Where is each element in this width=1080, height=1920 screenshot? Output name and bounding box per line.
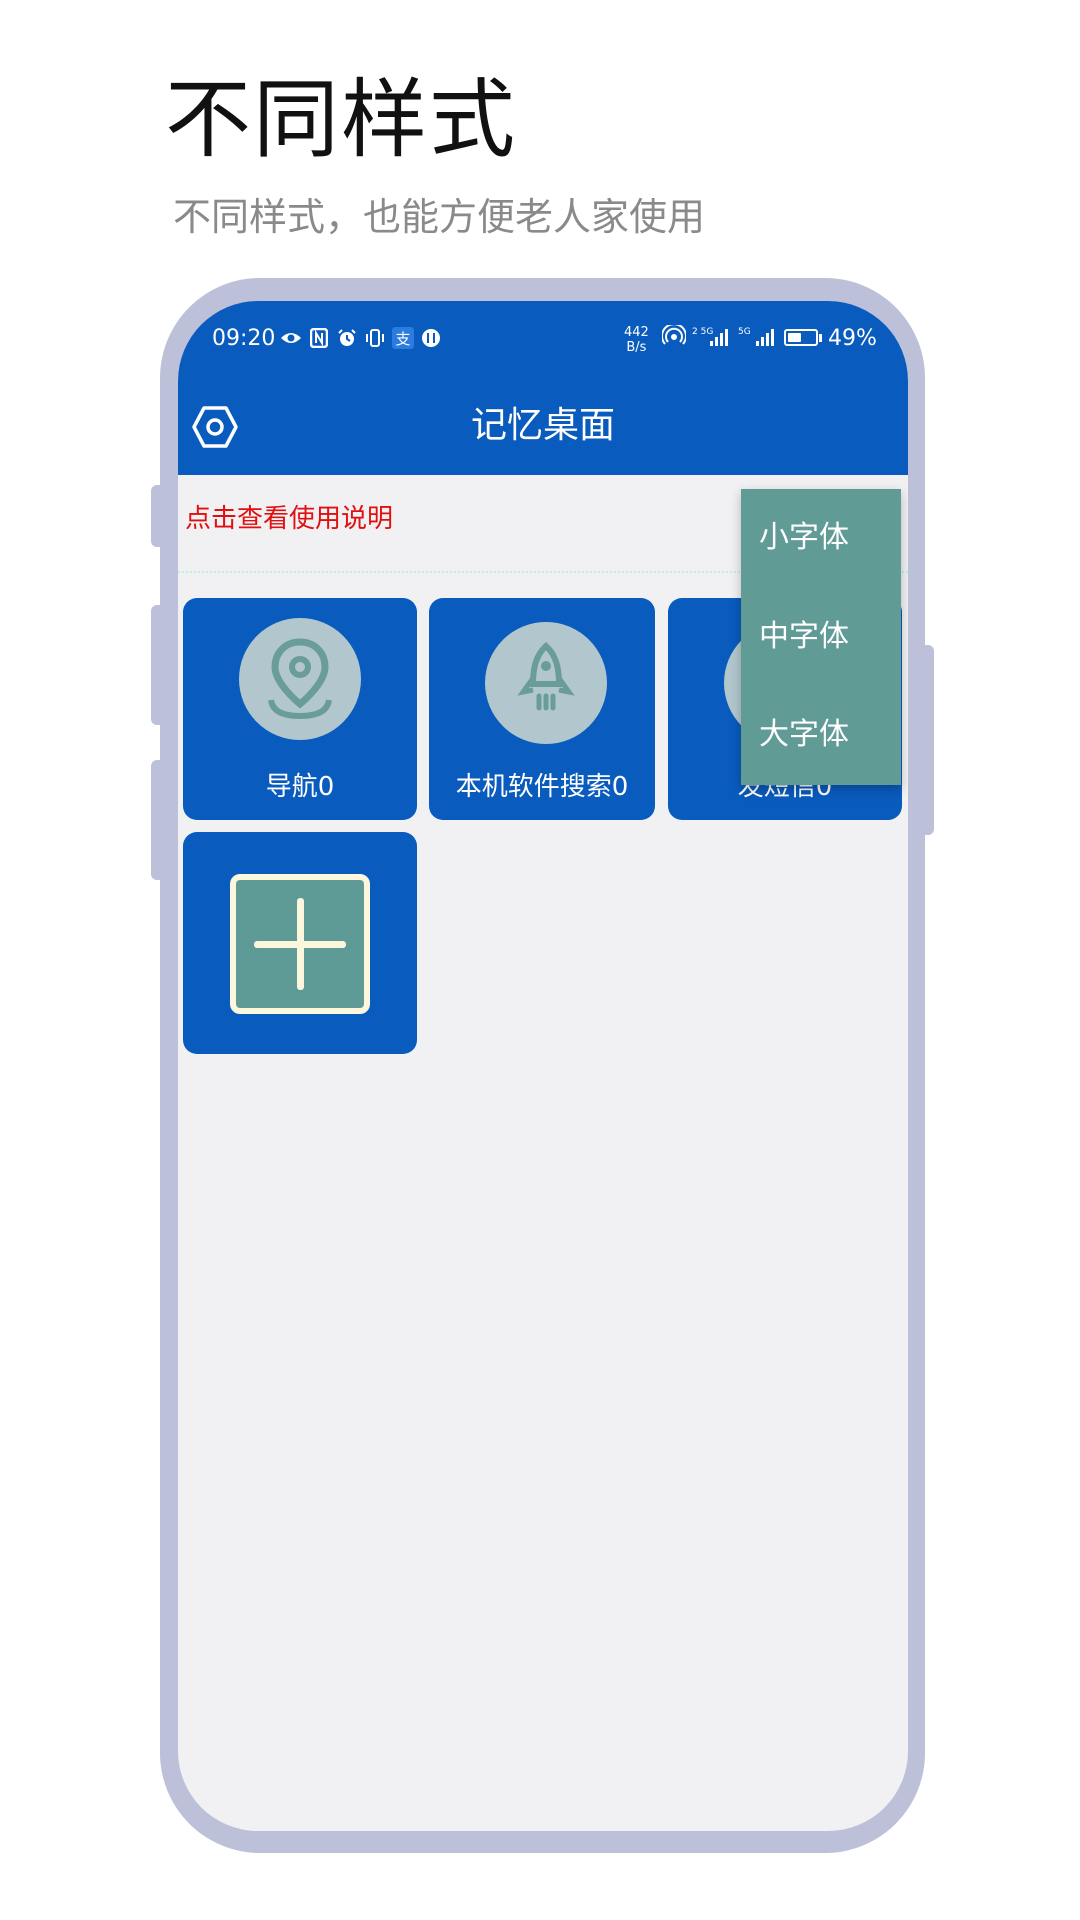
nfc-icon <box>308 327 330 349</box>
promo-headline: 不同样式 <box>165 70 517 170</box>
vibrate-icon <box>364 327 386 349</box>
alarm-icon <box>336 327 358 349</box>
app-bar: 记忆桌面 <box>178 379 908 475</box>
phone-side-button <box>151 485 165 547</box>
promo-subline: 不同样式，也能方便老人家使用 <box>173 195 706 239</box>
add-tile-button[interactable] <box>183 832 417 1054</box>
rocket-icon <box>485 622 607 744</box>
phone-side-button <box>151 760 165 880</box>
svg-text:5G: 5G <box>738 327 751 337</box>
tile-label: 本机软件搜索0 <box>455 772 629 802</box>
app-tile-navigation[interactable]: 导航0 <box>183 598 417 820</box>
app-tile-app-search[interactable]: 本机软件搜索0 <box>429 598 655 820</box>
alipay-icon: 支 <box>392 327 414 349</box>
battery-icon <box>784 329 818 346</box>
tile-label: 导航0 <box>265 772 335 802</box>
menu-item-medium-font[interactable]: 中字体 <box>759 617 849 657</box>
svg-text:2 5G: 2 5G <box>692 327 713 337</box>
signal-5g-icon: 2 5G <box>692 325 732 351</box>
phone-screen: 09:20 支 442 B/s 2 5G 5G 49% 记忆桌面 点击查看使用说… <box>178 301 908 1831</box>
app-title: 记忆桌面 <box>470 405 615 446</box>
status-notification-icons: 支 <box>280 327 442 349</box>
menu-item-small-font[interactable]: 小字体 <box>759 518 849 558</box>
font-size-menu: 小字体 中字体 大字体 <box>741 489 901 785</box>
shield-icon <box>420 327 442 349</box>
menu-item-large-font[interactable]: 大字体 <box>759 715 849 755</box>
phone-side-button <box>151 605 165 725</box>
battery-tip <box>819 334 822 342</box>
status-bar: 09:20 支 442 B/s 2 5G 5G 49% <box>178 301 908 379</box>
status-signal-icons: 2 5G 5G <box>661 323 778 351</box>
top-bar: 09:20 支 442 B/s 2 5G 5G 49% 记忆桌面 <box>178 301 908 475</box>
eye-icon <box>280 327 302 349</box>
location-pin-icon <box>239 618 361 740</box>
status-time: 09:20 <box>212 326 276 351</box>
network-speed-unit: B/s <box>626 340 647 355</box>
network-speed-value: 442 <box>624 325 649 340</box>
add-plus-icon <box>230 874 370 1014</box>
phone-power-button <box>920 645 934 835</box>
hotspot-icon <box>661 323 687 351</box>
network-speed: 442 B/s <box>624 325 649 355</box>
signal-5g-icon: 5G <box>738 325 778 351</box>
battery-percent: 49% <box>828 326 877 351</box>
instructions-link[interactable]: 点击查看使用说明 <box>185 501 393 537</box>
